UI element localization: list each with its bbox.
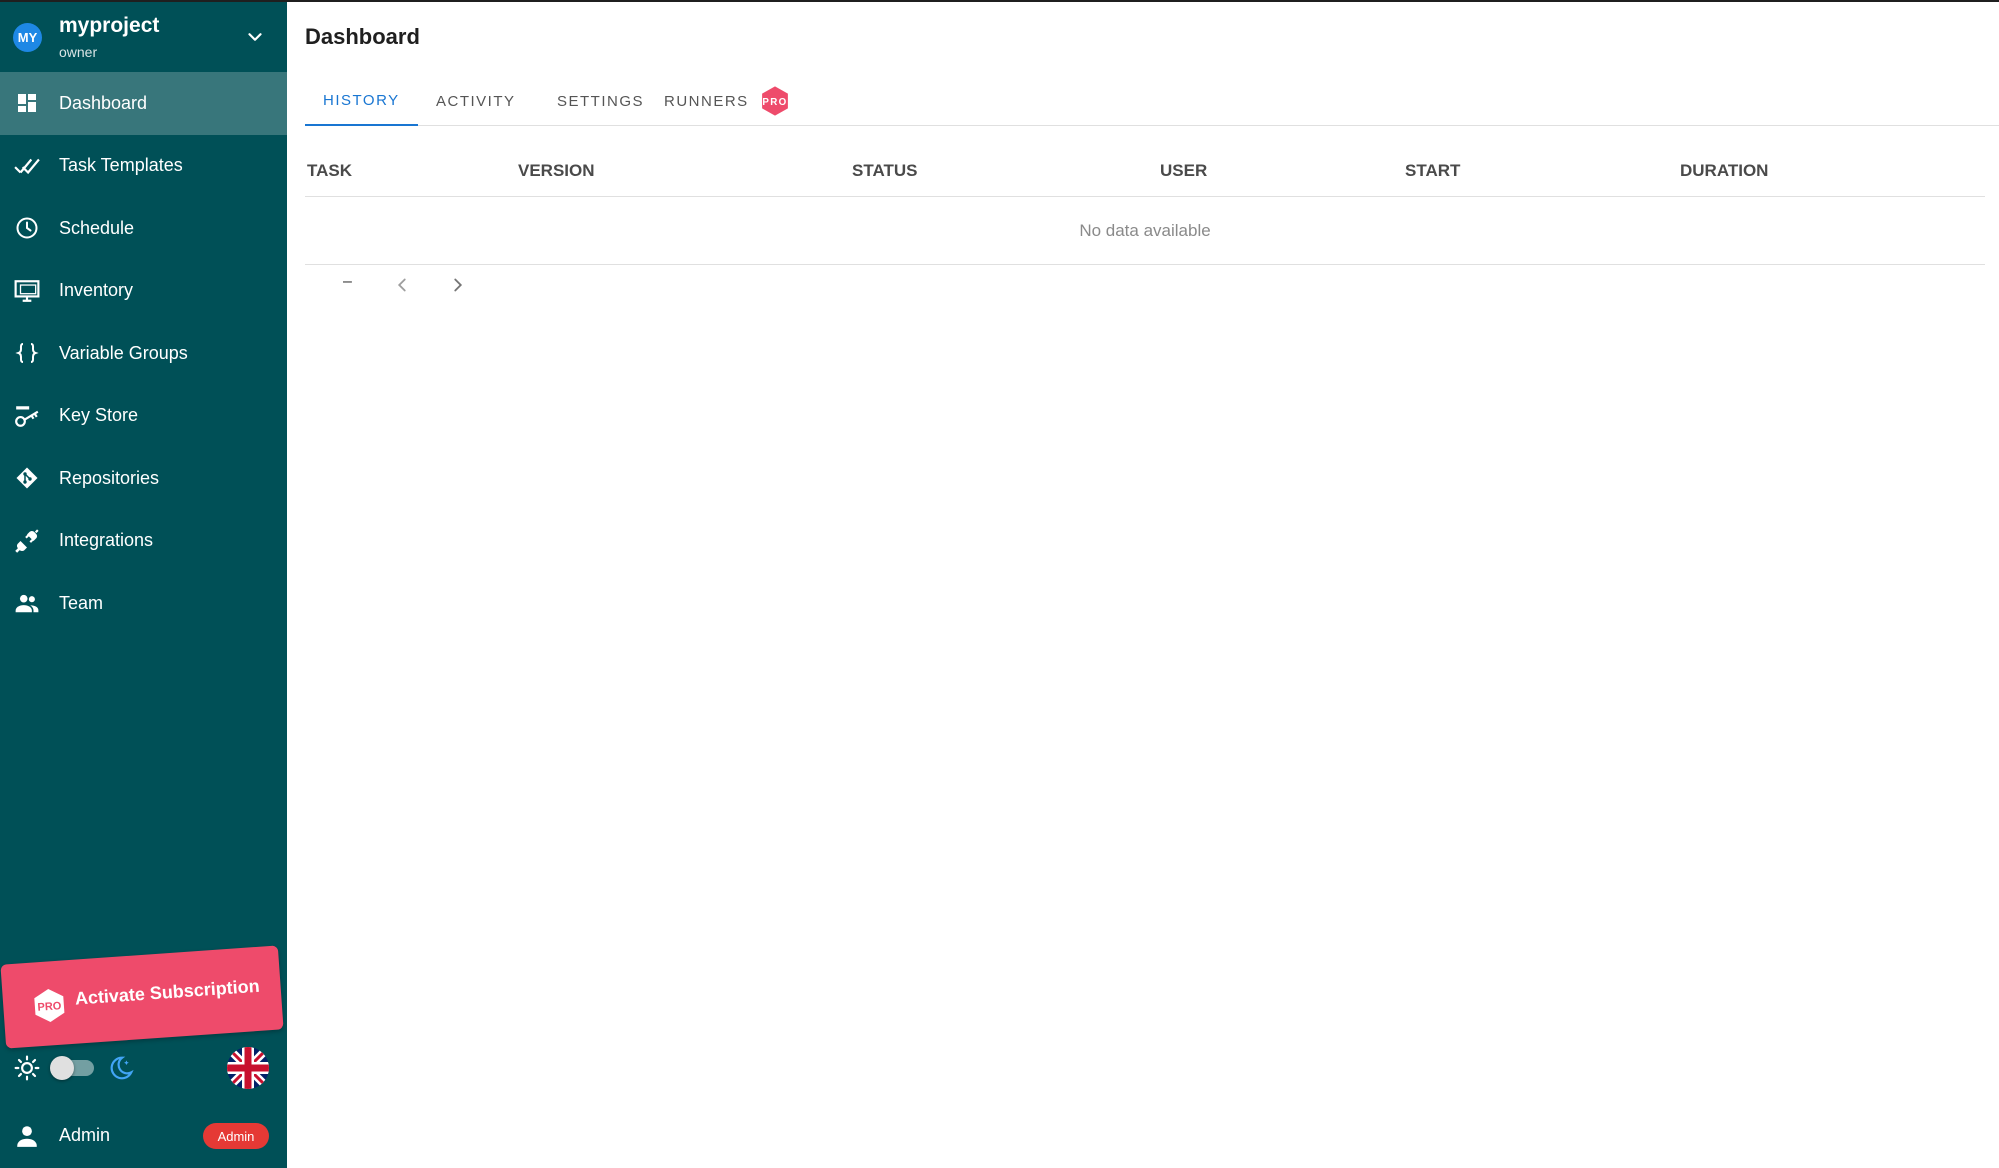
sidebar-item-label: Schedule <box>59 217 135 238</box>
sidebar-item-label: Integrations <box>59 530 154 551</box>
chevron-right-icon[interactable] <box>447 274 469 296</box>
tab-activity[interactable]: Activity <box>418 76 534 126</box>
activate-subscription-button[interactable]: PRO Activate Subscription <box>0 945 284 1049</box>
sidebar-item-integrations[interactable]: Integrations <box>0 510 287 573</box>
sun-icon <box>14 1055 40 1081</box>
history-table: Task Version Status User Start Duration … <box>305 145 1985 265</box>
theme-toggle-knob[interactable] <box>50 1056 74 1080</box>
project-name: myproject <box>59 14 160 37</box>
sidebar-item-label: Key Store <box>59 405 139 426</box>
pro-badge-icon: PRO <box>34 989 65 1022</box>
table-pagination: – <box>305 272 605 298</box>
sidebar-item-label: Repositories <box>59 467 160 488</box>
sidebar-item-repositories[interactable]: Repositories <box>0 447 287 510</box>
column-header-duration[interactable]: Duration <box>1680 161 1768 181</box>
chevron-down-icon[interactable] <box>244 26 266 48</box>
person-icon <box>17 1126 37 1147</box>
sidebar-item-dashboard[interactable]: Dashboard <box>0 72 287 135</box>
pagination-range: – <box>343 273 352 290</box>
activate-subscription-label: Activate Subscription <box>74 975 261 1009</box>
sidebar-item-task-templates[interactable]: Task Templates <box>0 135 287 198</box>
sidebar: MY myproject owner Dashboard Task Templa… <box>0 0 287 1168</box>
clock-icon <box>14 215 40 241</box>
tab-history[interactable]: History <box>305 76 418 126</box>
window-top-border <box>0 0 1999 2</box>
sidebar-item-inventory[interactable]: Inventory <box>0 260 287 323</box>
user-name: Admin <box>59 1125 111 1145</box>
project-selector[interactable]: MY myproject owner <box>0 0 287 72</box>
tab-runners[interactable]: Runners PRO <box>646 76 809 126</box>
table-header: Task Version Status User Start Duration <box>305 145 1985 197</box>
sidebar-item-label: Dashboard <box>59 92 148 113</box>
empty-state-text: No data available <box>1079 220 1211 240</box>
people-icon <box>14 590 40 616</box>
page-title: Dashboard <box>305 24 420 49</box>
column-header-start[interactable]: Start <box>1405 161 1460 181</box>
tab-settings[interactable]: Settings <box>539 76 662 126</box>
dashboard-icon <box>14 90 40 116</box>
sidebar-nav: Dashboard Task Templates Schedule Invent… <box>0 72 287 635</box>
column-header-user[interactable]: User <box>1160 161 1207 181</box>
tab-label: Activity <box>436 92 516 110</box>
admin-badge: Admin <box>203 1123 269 1149</box>
code-braces-icon <box>14 340 40 366</box>
column-header-task[interactable]: Task <box>307 161 352 181</box>
pro-badge-text: PRO <box>762 97 787 108</box>
git-icon <box>14 465 40 491</box>
sidebar-item-label: Variable Groups <box>59 342 188 363</box>
column-header-status[interactable]: Status <box>852 161 917 181</box>
tab-label: History <box>323 91 400 109</box>
sidebar-item-key-store[interactable]: Key Store <box>0 385 287 448</box>
moon-icon <box>110 1056 134 1080</box>
dashboard-tabs: History Activity Settings Runners PRO <box>305 76 1999 126</box>
tab-label: Settings <box>557 92 645 110</box>
tab-label: Runners <box>664 92 749 110</box>
sidebar-item-label: Task Templates <box>59 155 183 176</box>
done-all-icon <box>14 153 40 179</box>
project-avatar: MY <box>13 23 42 52</box>
pro-badge-text: PRO <box>37 1000 62 1014</box>
table-empty-row: No data available <box>305 197 1985 265</box>
plug-icon <box>14 528 40 554</box>
sidebar-item-label: Inventory <box>59 280 134 301</box>
sidebar-item-team[interactable]: Team <box>0 572 287 635</box>
sidebar-item-variable-groups[interactable]: Variable Groups <box>0 322 287 385</box>
project-role: owner <box>59 44 98 60</box>
monitor-icon <box>14 278 40 304</box>
pro-badge-icon: PRO <box>761 86 788 116</box>
sidebar-item-label: Team <box>59 592 104 613</box>
sidebar-item-schedule[interactable]: Schedule <box>0 197 287 260</box>
key-icon <box>14 403 40 429</box>
user-menu[interactable]: Admin Admin <box>0 1110 287 1162</box>
main-content: Dashboard History Activity Settings Runn… <box>287 0 1999 1168</box>
chevron-left-icon[interactable] <box>391 274 413 296</box>
language-flag-icon[interactable] <box>227 1047 269 1089</box>
column-header-version[interactable]: Version <box>518 161 595 181</box>
